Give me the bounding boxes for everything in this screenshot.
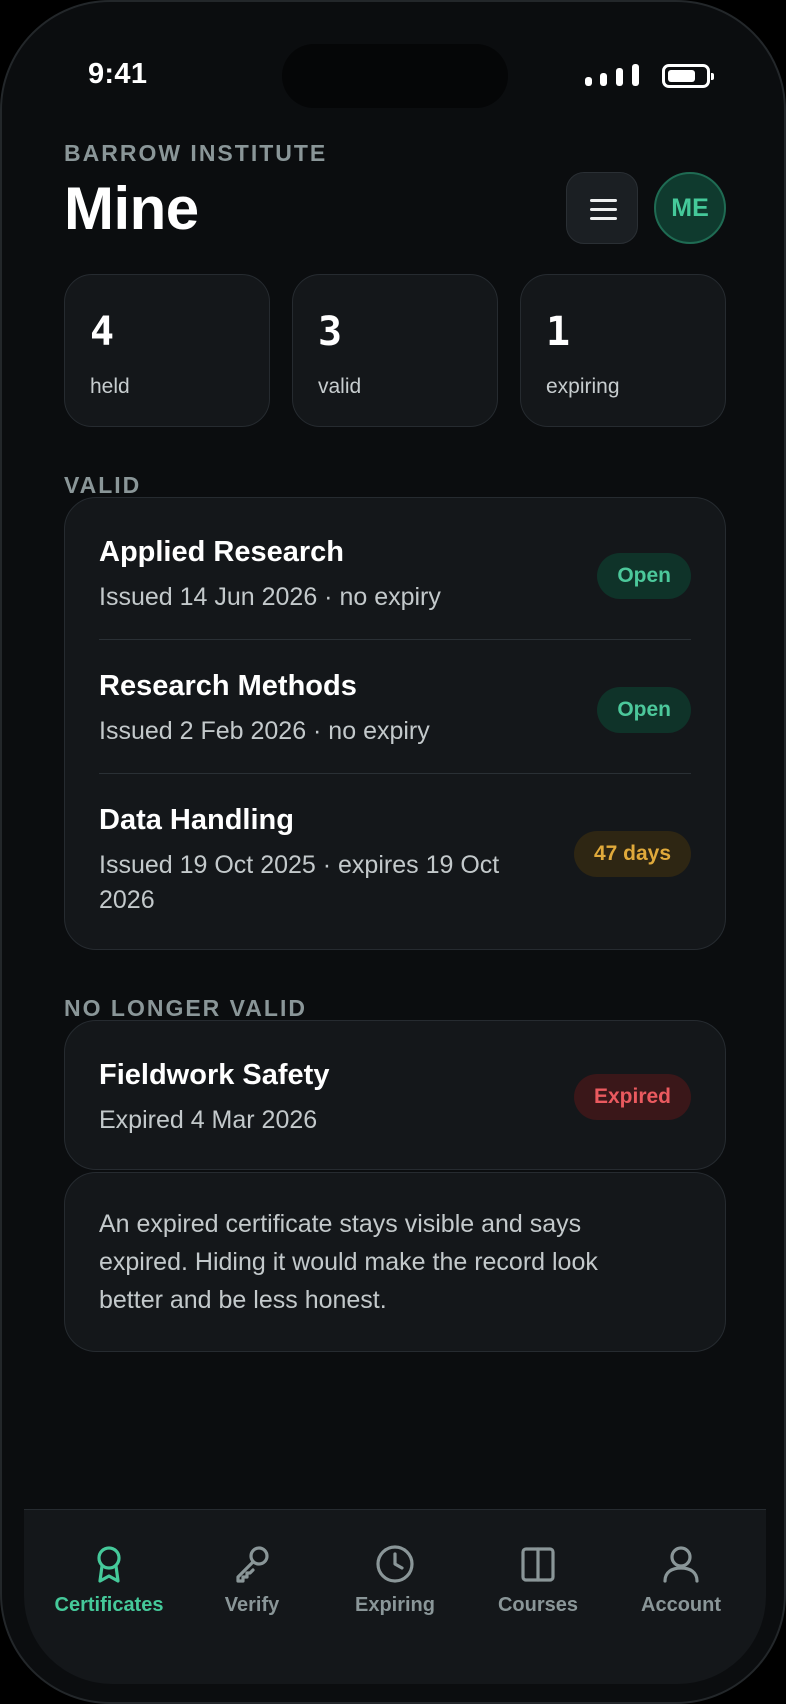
- page-title: Mine: [64, 175, 199, 242]
- key-icon: [236, 1546, 269, 1583]
- tab-label: Certificates: [54, 1594, 164, 1616]
- section-label-no-longer-valid: NO LONGER VALID: [64, 995, 307, 1021]
- tab-label: Account: [641, 1594, 721, 1616]
- tab-bar: Certificates Verify Expiring Courses Acc…: [24, 1509, 766, 1684]
- stat-label: held: [90, 375, 130, 398]
- dynamic-island: [282, 44, 508, 108]
- stat-expiring: 1 expiring: [520, 274, 726, 427]
- phone-screen: 9:41 BARROW INSTITUTE Mine ME 4 held 3 v…: [0, 0, 786, 1704]
- certificate-row[interactable]: Fieldwork Safety Expired 4 Mar 2026 Expi…: [99, 1059, 691, 1139]
- user-icon: [663, 1546, 699, 1583]
- battery-icon: [662, 64, 714, 88]
- tab-label: Courses: [497, 1594, 579, 1616]
- certificate-meta: Issued 2 Feb 2026 · no expiry: [99, 717, 430, 745]
- tab-courses[interactable]: Courses: [467, 1544, 609, 1624]
- section-label-valid: VALID: [64, 472, 142, 498]
- stat-value: 4: [90, 309, 115, 355]
- status-badge: Expired: [573, 1074, 691, 1120]
- status-time: 9:41: [88, 58, 148, 90]
- award-icon: [97, 1546, 121, 1583]
- certificate-row[interactable]: Research Methods Issued 2 Feb 2026 · no …: [99, 670, 691, 766]
- info-note-text: An expired certificate stays visible and…: [99, 1210, 598, 1314]
- organization-name: BARROW INSTITUTE: [64, 140, 328, 166]
- clock-icon: [376, 1545, 414, 1583]
- stat-valid: 3 valid: [292, 274, 498, 427]
- tab-label: Verify: [224, 1594, 280, 1616]
- certificate-name: Fieldwork Safety: [99, 1059, 330, 1091]
- book-icon: [521, 1547, 555, 1582]
- certificate-name: Research Methods: [99, 670, 357, 702]
- tab-label: Expiring: [354, 1594, 435, 1616]
- info-note-card: An expired certificate stays visible and…: [64, 1172, 726, 1352]
- certificate-row[interactable]: Data Handling Issued 19 Oct 2025 · expir…: [99, 804, 691, 924]
- stat-label: valid: [318, 375, 362, 398]
- menu-button[interactable]: [566, 172, 638, 244]
- tab-expiring[interactable]: Expiring: [324, 1544, 466, 1624]
- tab-certificates[interactable]: Certificates: [38, 1544, 180, 1624]
- status-badge: 47 days: [573, 831, 691, 877]
- divider: [99, 773, 691, 774]
- avatar[interactable]: ME: [654, 172, 726, 244]
- certificate-meta: Expired 4 Mar 2026: [99, 1106, 318, 1134]
- certificate-meta: Issued 14 Jun 2026 · no expiry: [99, 583, 441, 611]
- valid-certificates-card: Applied Research Issued 14 Jun 2026 · no…: [64, 497, 726, 950]
- certificate-row[interactable]: Applied Research Issued 14 Jun 2026 · no…: [99, 536, 691, 632]
- tab-verify[interactable]: Verify: [181, 1544, 323, 1624]
- signal-icon: [585, 64, 639, 86]
- battery-level: [668, 70, 695, 82]
- stat-value: 1: [546, 309, 571, 355]
- stat-label: expiring: [546, 375, 620, 398]
- certificate-name: Data Handling: [99, 804, 294, 836]
- status-badge: Open: [597, 687, 691, 733]
- stat-held: 4 held: [64, 274, 270, 427]
- tab-account[interactable]: Account: [610, 1544, 752, 1624]
- stat-value: 3: [318, 309, 343, 355]
- certificate-meta: Issued 19 Oct 2025 · expires 19 Oct 2026: [99, 851, 500, 914]
- status-badge: Open: [597, 553, 691, 599]
- divider: [99, 639, 691, 640]
- expired-certificates-card: Fieldwork Safety Expired 4 Mar 2026 Expi…: [64, 1020, 726, 1170]
- certificate-name: Applied Research: [99, 536, 344, 568]
